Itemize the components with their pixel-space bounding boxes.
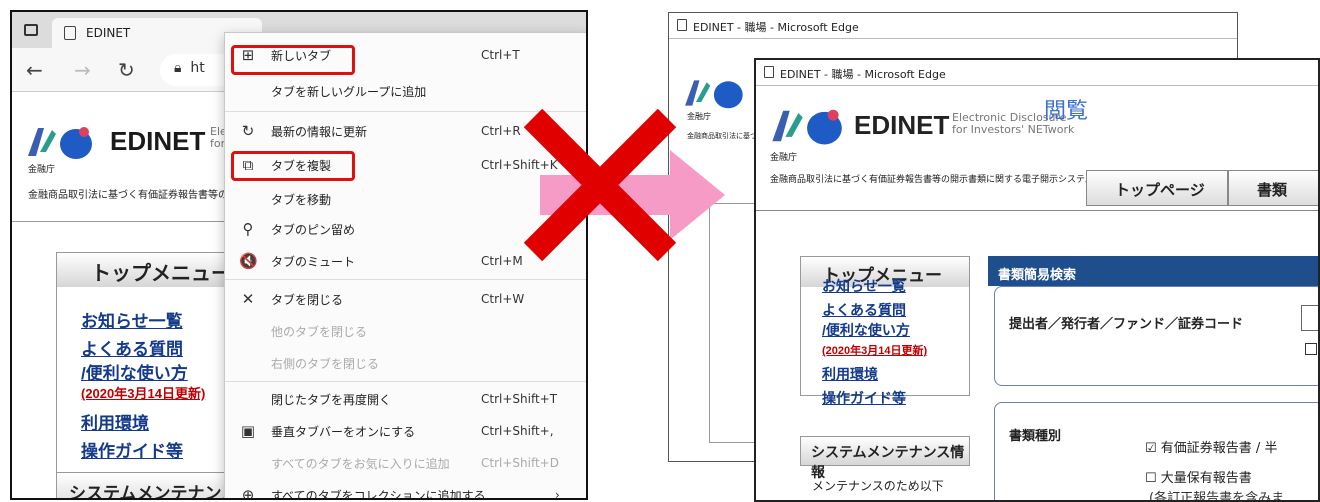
checkbox-annual-report[interactable]: ☑ 有価証券報告書 / 半 <box>1145 437 1277 456</box>
filer-code-input[interactable] <box>1301 305 1318 331</box>
url-text: ht <box>190 60 205 76</box>
menu-label: タブを移動 <box>271 192 332 207</box>
menu-label: すべてのタブをお気に入りに追加 <box>271 456 450 471</box>
highlight-duplicate-tab <box>231 151 355 181</box>
filer-label: 提出者／発行者／ファンド／証券コード <box>1009 316 1244 331</box>
site-logo-text: EDINET <box>110 126 206 156</box>
updated-note[interactable]: (2020年3月14日更新) <box>822 342 927 358</box>
link-usage[interactable]: /便利な使い方 <box>822 320 910 340</box>
forward-icon[interactable]: → <box>74 58 91 82</box>
doc-type-label: 書類種別 <box>1009 428 1062 443</box>
tab-title: EDINET <box>86 26 131 40</box>
vertical-tabs-icon: ▣ <box>240 422 256 440</box>
correction-note: (各訂正報告書を含みま <box>1149 491 1285 502</box>
close-icon: ✕ <box>241 290 255 308</box>
maintenance-text: メンテナンスのため以下 <box>812 479 944 493</box>
refresh-icon[interactable]: ↻ <box>118 58 135 82</box>
refresh-icon: ↻ <box>241 122 255 140</box>
menu-shortcut: Ctrl+Shift+, <box>481 424 554 438</box>
menu-divider <box>225 381 586 382</box>
menu-label: タブのミュート <box>271 254 356 269</box>
site-tagline: 金融商品取引法に基づく有価証券報告書等の <box>28 190 228 201</box>
menu-add-all-collections[interactable]: ⊕ すべてのタブをコレクションに追加する › <box>225 481 586 500</box>
menu-label: 閉じたタブを再度開く <box>271 392 392 407</box>
logo-sub-line-2: for Investors' NETwork <box>952 123 1075 136</box>
menu-close-other-tabs[interactable]: 他のタブを閉じる <box>225 317 586 345</box>
front-browser-window: EDINET - 職場 - Microsoft Edge EDINET Elec… <box>754 58 1320 502</box>
link-news[interactable]: お知らせ一覧 <box>81 307 183 332</box>
mute-icon: 🔇 <box>239 252 258 270</box>
menu-vertical-tabs[interactable]: ▣ 垂直タブバーをオンにする Ctrl+Shift+, <box>225 417 586 445</box>
menu-shortcut: Ctrl+Shift+T <box>481 392 558 406</box>
edinet-logo-icon <box>772 109 842 145</box>
edinet-logo-icon <box>685 80 743 109</box>
doc-type-panel: 書類種別 ☑ 有価証券報告書 / 半 ☐ 大量保有報告書 (各訂正報告書を含みま <box>994 402 1318 502</box>
maintenance-heading: システムメンテナンス情報 <box>800 436 970 480</box>
menu-label: 右側のタブを閉じる <box>271 356 380 371</box>
menu-shortcut: Ctrl+Shift+D <box>481 456 559 470</box>
browse-kanji: 閲覧 <box>1044 99 1089 124</box>
collections-icon: ⊕ <box>241 486 255 500</box>
edinet-logo-icon <box>28 127 92 159</box>
agency-label: 金融庁 <box>770 153 798 163</box>
filer-search-panel: 提出者／発行者／ファンド／証券コード <box>994 286 1318 386</box>
menu-add-all-favorites[interactable]: すべてのタブをお気に入りに追加 Ctrl+Shift+D <box>225 449 586 477</box>
link-news[interactable]: お知らせ一覧 <box>822 276 906 296</box>
tab-actions-icon[interactable] <box>24 24 38 36</box>
left-browser-screenshot: EDINET ← → ↻ 🔒︎ ht EDINET Ele for 金融庁 金融商… <box>10 10 588 500</box>
documents-button[interactable]: 書類 <box>1228 170 1318 206</box>
window-title-bar: EDINET - 職場 - Microsoft Edge <box>669 13 1237 39</box>
cross-icon <box>523 108 677 262</box>
link-faq[interactable]: よくある質問 <box>81 335 183 360</box>
menu-label: 垂直タブバーをオンにする <box>271 424 416 439</box>
checkbox-large-holding[interactable]: ☐ 大量保有報告書 <box>1145 467 1252 486</box>
lock-icon: 🔒︎ <box>174 60 182 76</box>
link-guide[interactable]: 操作ガイド等 <box>81 437 183 462</box>
link-environment[interactable]: 利用環境 <box>822 364 878 384</box>
page-icon <box>764 66 774 78</box>
menu-close-tab[interactable]: ✕ タブを閉じる Ctrl+W <box>225 285 586 313</box>
agency-label: 金融庁 <box>28 165 56 175</box>
back-icon[interactable]: ← <box>26 58 43 82</box>
menu-label: タブを新しいグループに追加 <box>271 84 427 99</box>
menu-label: 最新の情報に更新 <box>271 124 368 139</box>
link-environment[interactable]: 利用環境 <box>81 409 149 434</box>
search-heading: 書類簡易検索 <box>988 256 1318 286</box>
site-tagline: 金融商品取引法に基づく有価証券報告書等の開示書類に関する電子開示システム <box>770 175 1094 185</box>
highlight-new-tab <box>231 45 355 75</box>
menu-label: 他のタブを閉じる <box>271 324 368 339</box>
chevron-right-icon: › <box>555 488 560 500</box>
link-faq[interactable]: よくある質問 <box>822 300 906 320</box>
agency-label: 金融庁 <box>687 112 711 121</box>
window-title-bar: EDINET - 職場 - Microsoft Edge <box>756 60 1318 86</box>
menu-shortcut: Ctrl+T <box>481 48 520 62</box>
menu-label: すべてのタブをコレクションに追加する <box>271 488 486 500</box>
menu-close-right-tabs[interactable]: 右側のタブを閉じる <box>225 349 586 377</box>
menu-reopen-closed-tab[interactable]: 閉じたタブを再度開く Ctrl+Shift+T <box>225 385 586 413</box>
checkbox-label: 有価証券報告書 / 半 <box>1160 441 1278 456</box>
menu-divider <box>225 279 586 280</box>
header-divider <box>756 210 1318 211</box>
window-title: EDINET - 職場 - Microsoft Edge <box>780 68 946 81</box>
checkbox-label: 大量保有報告書 <box>1160 471 1252 486</box>
link-usage[interactable]: /便利な使い方 <box>81 359 188 384</box>
menu-label: タブのピン留め <box>271 222 356 237</box>
link-guide[interactable]: 操作ガイド等 <box>822 388 906 408</box>
window-title: EDINET - 職場 - Microsoft Edge <box>693 21 859 34</box>
page-icon <box>677 19 687 31</box>
top-page-button[interactable]: トップページ <box>1086 170 1228 206</box>
logo-sub-line-2: for <box>210 137 226 150</box>
pin-icon: ⚲ <box>242 220 254 238</box>
page-icon <box>64 26 76 40</box>
updated-note[interactable]: (2020年3月14日更新) <box>81 383 205 402</box>
filer-checkbox[interactable] <box>1305 343 1317 355</box>
site-logo-text: EDINET <box>854 110 950 140</box>
menu-label: タブを閉じる <box>271 292 344 307</box>
menu-shortcut: Ctrl+W <box>481 292 525 306</box>
